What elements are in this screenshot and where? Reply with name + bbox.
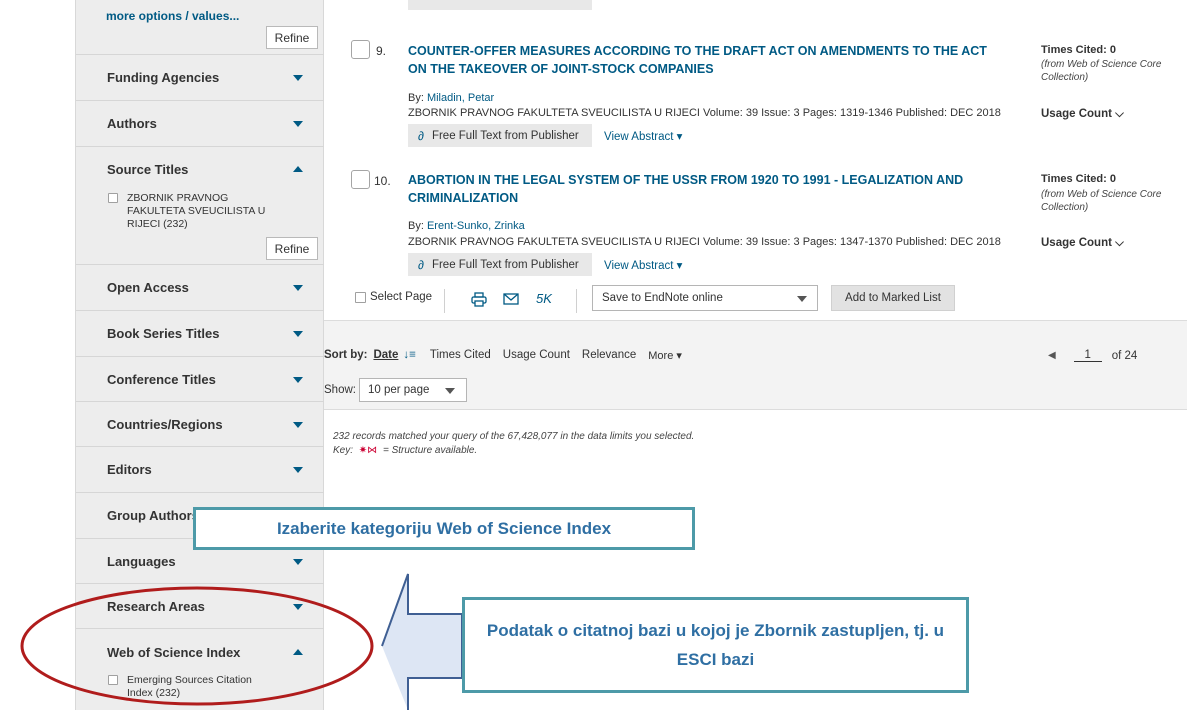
annotation-callout-esci: Podatak o citatnoj bazi u kojoj je Zborn…	[462, 597, 969, 693]
annotation-callout-select-category: Izaberite kategoriju Web of Science Inde…	[193, 507, 695, 550]
highlight-ellipse	[20, 586, 374, 706]
left-arrow-icon	[381, 573, 463, 710]
